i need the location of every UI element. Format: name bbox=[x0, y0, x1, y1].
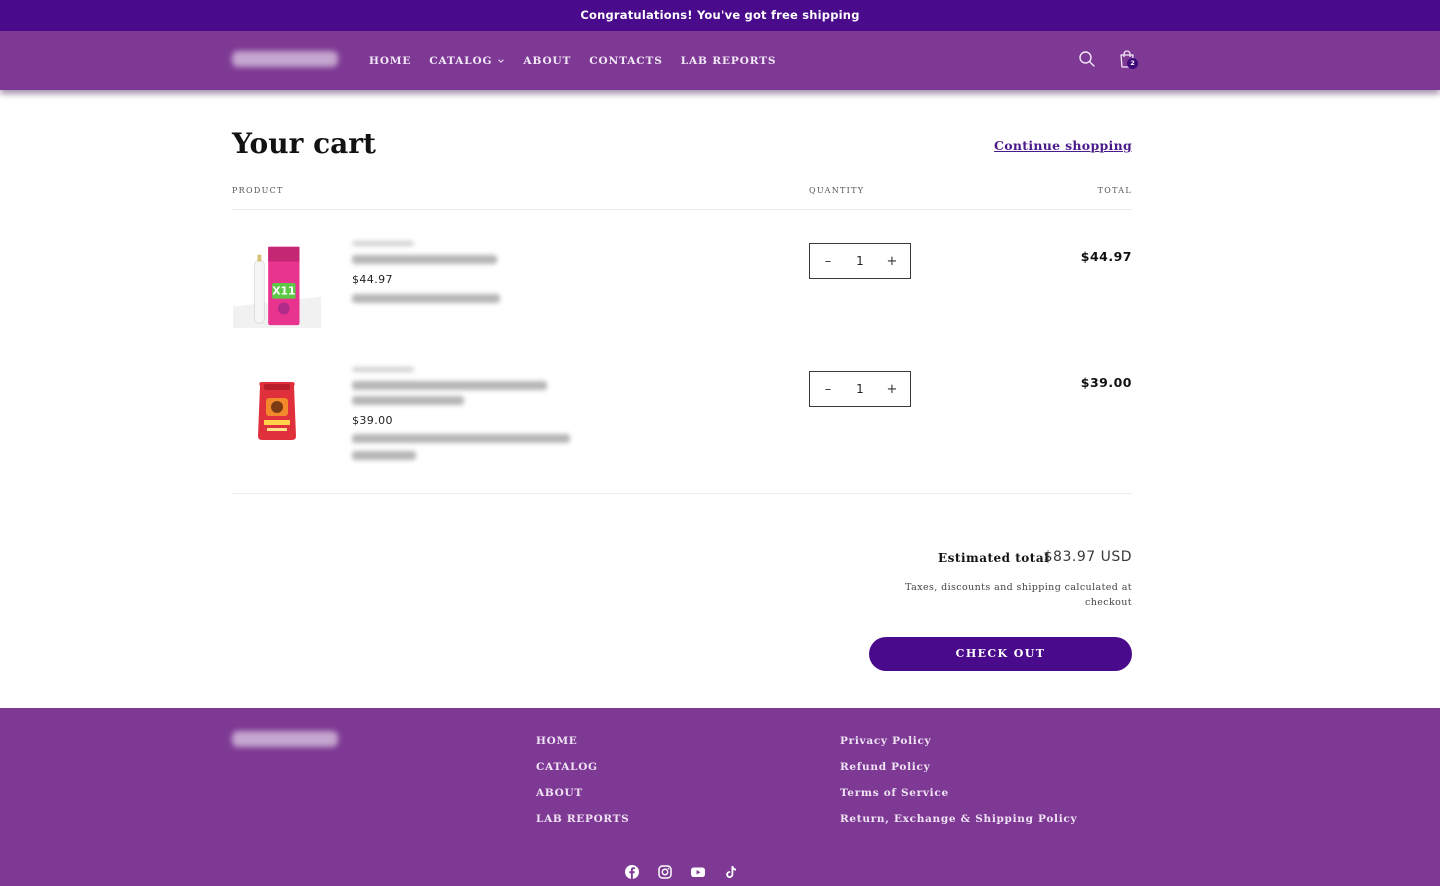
footer-logo[interactable] bbox=[232, 731, 338, 747]
product-vendor-blurred bbox=[352, 241, 414, 246]
announcement-text: Congratulations! You've got free shippin… bbox=[580, 8, 860, 22]
decrease-quantity-button[interactable]: – bbox=[822, 254, 834, 269]
footer-link-home[interactable]: HOME bbox=[536, 735, 629, 748]
footer-link-terms-of-service[interactable]: Terms of Service bbox=[840, 787, 1077, 800]
product-variant-line2-blurred bbox=[352, 451, 416, 460]
product-title-blurred[interactable] bbox=[352, 255, 497, 264]
cart-count-badge: 2 bbox=[1127, 58, 1138, 69]
product-variant-blurred bbox=[352, 434, 570, 443]
nav-contacts-label: CONTACTS bbox=[589, 54, 663, 67]
nav-home[interactable]: HOME bbox=[369, 55, 411, 67]
nav-catalog-label: CATALOG bbox=[429, 54, 493, 67]
checkout-button[interactable]: CHECK OUT bbox=[869, 637, 1132, 671]
tax-note: Taxes, discounts and shipping calculated… bbox=[905, 582, 1132, 608]
nav-home-label: HOME bbox=[369, 54, 412, 67]
youtube-icon[interactable] bbox=[690, 864, 706, 880]
footer-link-privacy-policy[interactable]: Privacy Policy bbox=[840, 735, 1077, 748]
decrease-quantity-button[interactable]: – bbox=[822, 382, 834, 397]
tiktok-icon[interactable] bbox=[723, 864, 739, 880]
product-vendor-blurred bbox=[352, 367, 414, 372]
column-header-total: TOTAL bbox=[1097, 186, 1132, 195]
nav-contacts[interactable]: CONTACTS bbox=[589, 55, 662, 67]
footer-link-lab-reports[interactable]: LAB REPORTS bbox=[536, 813, 629, 826]
continue-shopping-link[interactable]: Continue shopping bbox=[994, 138, 1132, 153]
estimated-total-label: Estimated total bbox=[938, 551, 1050, 565]
item-line-total: $39.00 bbox=[1080, 375, 1132, 390]
nav-lab-reports[interactable]: LAB REPORTS bbox=[681, 55, 777, 67]
increase-quantity-button[interactable]: + bbox=[886, 382, 898, 397]
item-line-total: $44.97 bbox=[1080, 249, 1132, 264]
nav-lab-reports-label: LAB REPORTS bbox=[680, 54, 777, 67]
quantity-input[interactable]: 1 bbox=[845, 254, 875, 268]
quantity-input[interactable]: 1 bbox=[845, 382, 875, 396]
product-variant-blurred bbox=[352, 294, 500, 303]
product-image-gummies[interactable] bbox=[232, 366, 322, 456]
product-title-blurred[interactable] bbox=[352, 381, 547, 390]
instagram-icon[interactable] bbox=[657, 864, 673, 880]
svg-text:X11: X11 bbox=[272, 285, 295, 298]
store-logo[interactable] bbox=[232, 51, 338, 67]
header-icons: 2 bbox=[1076, 48, 1138, 70]
quantity-stepper: – 1 + bbox=[809, 371, 911, 407]
footer-link-return-policy[interactable]: Return, Exchange & Shipping Policy bbox=[840, 813, 1077, 826]
social-links bbox=[624, 864, 739, 880]
nav-catalog[interactable]: CATALOG bbox=[429, 55, 505, 67]
footer-link-about[interactable]: ABOUT bbox=[536, 787, 629, 800]
increase-quantity-button[interactable]: + bbox=[886, 254, 898, 269]
footer-menu: HOME CATALOG ABOUT LAB REPORTS bbox=[536, 735, 629, 826]
site-footer: HOME CATALOG ABOUT LAB REPORTS Privacy P… bbox=[0, 708, 1440, 886]
header-divider bbox=[232, 209, 1132, 210]
items-divider bbox=[232, 493, 1132, 494]
facebook-icon[interactable] bbox=[624, 864, 640, 880]
page-title: Your cart bbox=[232, 127, 376, 160]
nav-about[interactable]: ABOUT bbox=[523, 55, 571, 67]
main-nav: HOME CATALOG ABOUT CONTACTS LAB REPORTS bbox=[369, 31, 776, 90]
quantity-stepper: – 1 + bbox=[809, 243, 911, 279]
estimated-total-value: $83.97 USD bbox=[1043, 549, 1132, 565]
footer-link-catalog[interactable]: CATALOG bbox=[536, 761, 629, 774]
footer-link-refund-policy[interactable]: Refund Policy bbox=[840, 761, 1077, 774]
site-header: HOME CATALOG ABOUT CONTACTS LAB REPORTS … bbox=[0, 31, 1440, 90]
nav-about-label: ABOUT bbox=[523, 54, 572, 67]
column-header-quantity: QUANTITY bbox=[809, 186, 865, 195]
chevron-down-icon bbox=[498, 58, 505, 63]
search-icon bbox=[1079, 51, 1095, 67]
item-unit-price: $44.97 bbox=[352, 273, 393, 286]
cart-button[interactable]: 2 bbox=[1116, 48, 1138, 70]
announcement-bar: Congratulations! You've got free shippin… bbox=[0, 0, 1440, 31]
product-image-vape[interactable]: X11 bbox=[232, 238, 322, 328]
item-unit-price: $39.00 bbox=[352, 414, 393, 427]
footer-policies: Privacy Policy Refund Policy Terms of Se… bbox=[840, 735, 1077, 826]
search-button[interactable] bbox=[1076, 48, 1098, 70]
column-header-product: PRODUCT bbox=[232, 186, 284, 195]
product-title-line2-blurred[interactable] bbox=[352, 396, 464, 405]
